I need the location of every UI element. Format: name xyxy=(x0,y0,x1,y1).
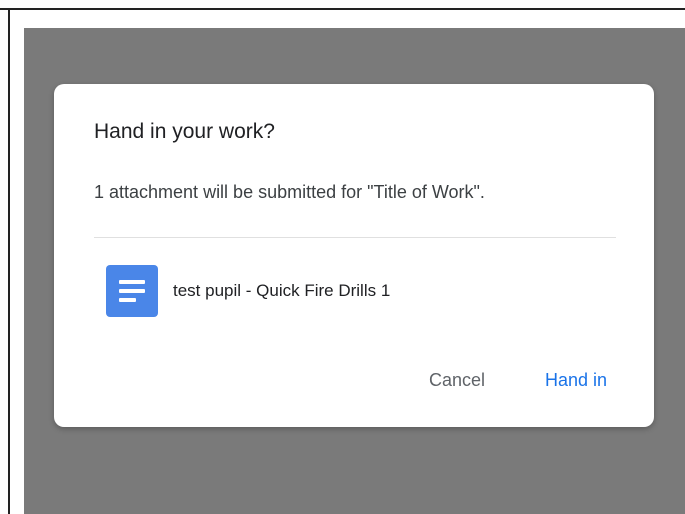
attachment-name: test pupil - Quick Fire Drills 1 xyxy=(173,281,391,300)
attachment-item[interactable]: test pupil - Quick Fire Drills 1 xyxy=(106,265,390,317)
divider xyxy=(94,237,616,238)
hand-in-dialog: Hand in your work? 1 attachment will be … xyxy=(54,84,654,427)
screen: Hand in your work? 1 attachment will be … xyxy=(0,0,685,514)
hand-in-button[interactable]: Hand in xyxy=(545,370,607,391)
window-left-border xyxy=(8,10,10,514)
dialog-message: 1 attachment will be submitted for "Titl… xyxy=(94,182,485,202)
cancel-button[interactable]: Cancel xyxy=(429,370,485,391)
dialog-title: Hand in your work? xyxy=(94,120,275,143)
window-top-border xyxy=(0,0,685,10)
google-docs-icon xyxy=(106,265,158,317)
